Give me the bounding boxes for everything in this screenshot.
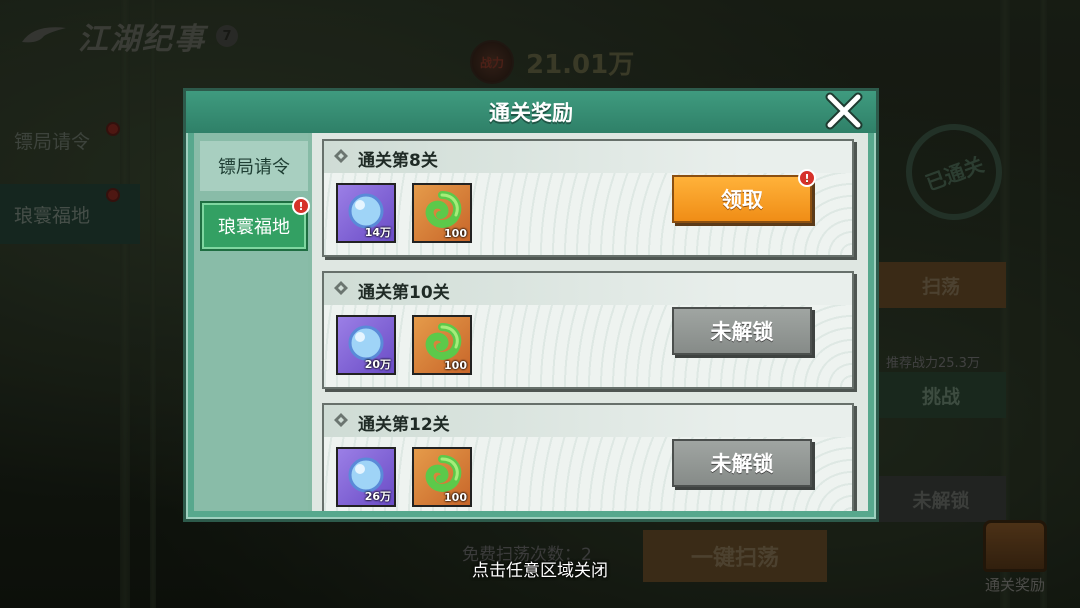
- item-quantity: 100: [444, 491, 467, 504]
- item-quantity: 20万: [364, 358, 391, 371]
- diamond-bullet-icon: [334, 149, 348, 163]
- reward-item-jade[interactable]: 100: [412, 315, 472, 375]
- clear-reward-dialog: 通关奖励 镖局请令 琅寰福地 ! 通关第8关 14万 100 领取 ! 通关第1…: [183, 88, 879, 522]
- reward-card-title: 通关第8关: [358, 151, 438, 171]
- tab-blessed-land[interactable]: 琅寰福地 !: [200, 197, 310, 251]
- reward-item-silver[interactable]: 14万: [336, 183, 396, 243]
- dialog-title: 通关奖励: [489, 101, 573, 125]
- dialog-body: 镖局请令 琅寰福地 ! 通关第8关 14万 100 领取 ! 通关第10关 20…: [194, 133, 868, 511]
- dialog-header: 通关奖励: [186, 91, 876, 133]
- claim-button-label: 领取: [721, 188, 763, 212]
- reward-item-jade[interactable]: 100: [412, 447, 472, 507]
- reward-card: 通关第12关 26万 100 未解锁: [322, 403, 854, 511]
- notification-badge: !: [798, 169, 816, 187]
- tab-escort-order[interactable]: 镖局请令: [200, 141, 308, 191]
- diamond-bullet-icon: [334, 413, 348, 427]
- locked-button-label: 未解锁: [710, 320, 774, 344]
- diamond-bullet-icon: [334, 281, 348, 295]
- reward-card-title: 通关第10关: [358, 283, 450, 303]
- item-quantity: 14万: [364, 226, 391, 239]
- notification-badge: !: [292, 197, 310, 215]
- tab-label: 琅寰福地: [218, 217, 290, 238]
- item-quantity: 100: [444, 227, 467, 240]
- close-icon: [825, 92, 863, 130]
- tab-label: 镖局请令: [218, 157, 290, 178]
- reward-item-silver[interactable]: 20万: [336, 315, 396, 375]
- item-quantity: 26万: [364, 490, 391, 503]
- locked-button: 未解锁: [672, 307, 812, 355]
- reward-card-header: 通关第12关: [324, 405, 852, 437]
- reward-item-jade[interactable]: 100: [412, 183, 472, 243]
- reward-item-silver[interactable]: 26万: [336, 447, 396, 507]
- item-quantity: 100: [444, 359, 467, 372]
- reward-list[interactable]: 通关第8关 14万 100 领取 ! 通关第10关 20万 100 未解锁 通关…: [312, 133, 868, 511]
- locked-button: 未解锁: [672, 439, 812, 487]
- reward-card-header: 通关第10关: [324, 273, 852, 305]
- reward-card: 通关第8关 14万 100 领取 !: [322, 139, 854, 257]
- reward-card-header: 通关第8关: [324, 141, 852, 173]
- locked-button-label: 未解锁: [710, 452, 774, 476]
- dialog-tab-bar: 镖局请令 琅寰福地 !: [194, 133, 310, 511]
- reward-card-title: 通关第12关: [358, 415, 450, 435]
- close-button[interactable]: [822, 89, 866, 133]
- tap-to-close-hint: 点击任意区域关闭: [472, 561, 608, 581]
- reward-card: 通关第10关 20万 100 未解锁: [322, 271, 854, 389]
- claim-button[interactable]: 领取 !: [672, 169, 816, 223]
